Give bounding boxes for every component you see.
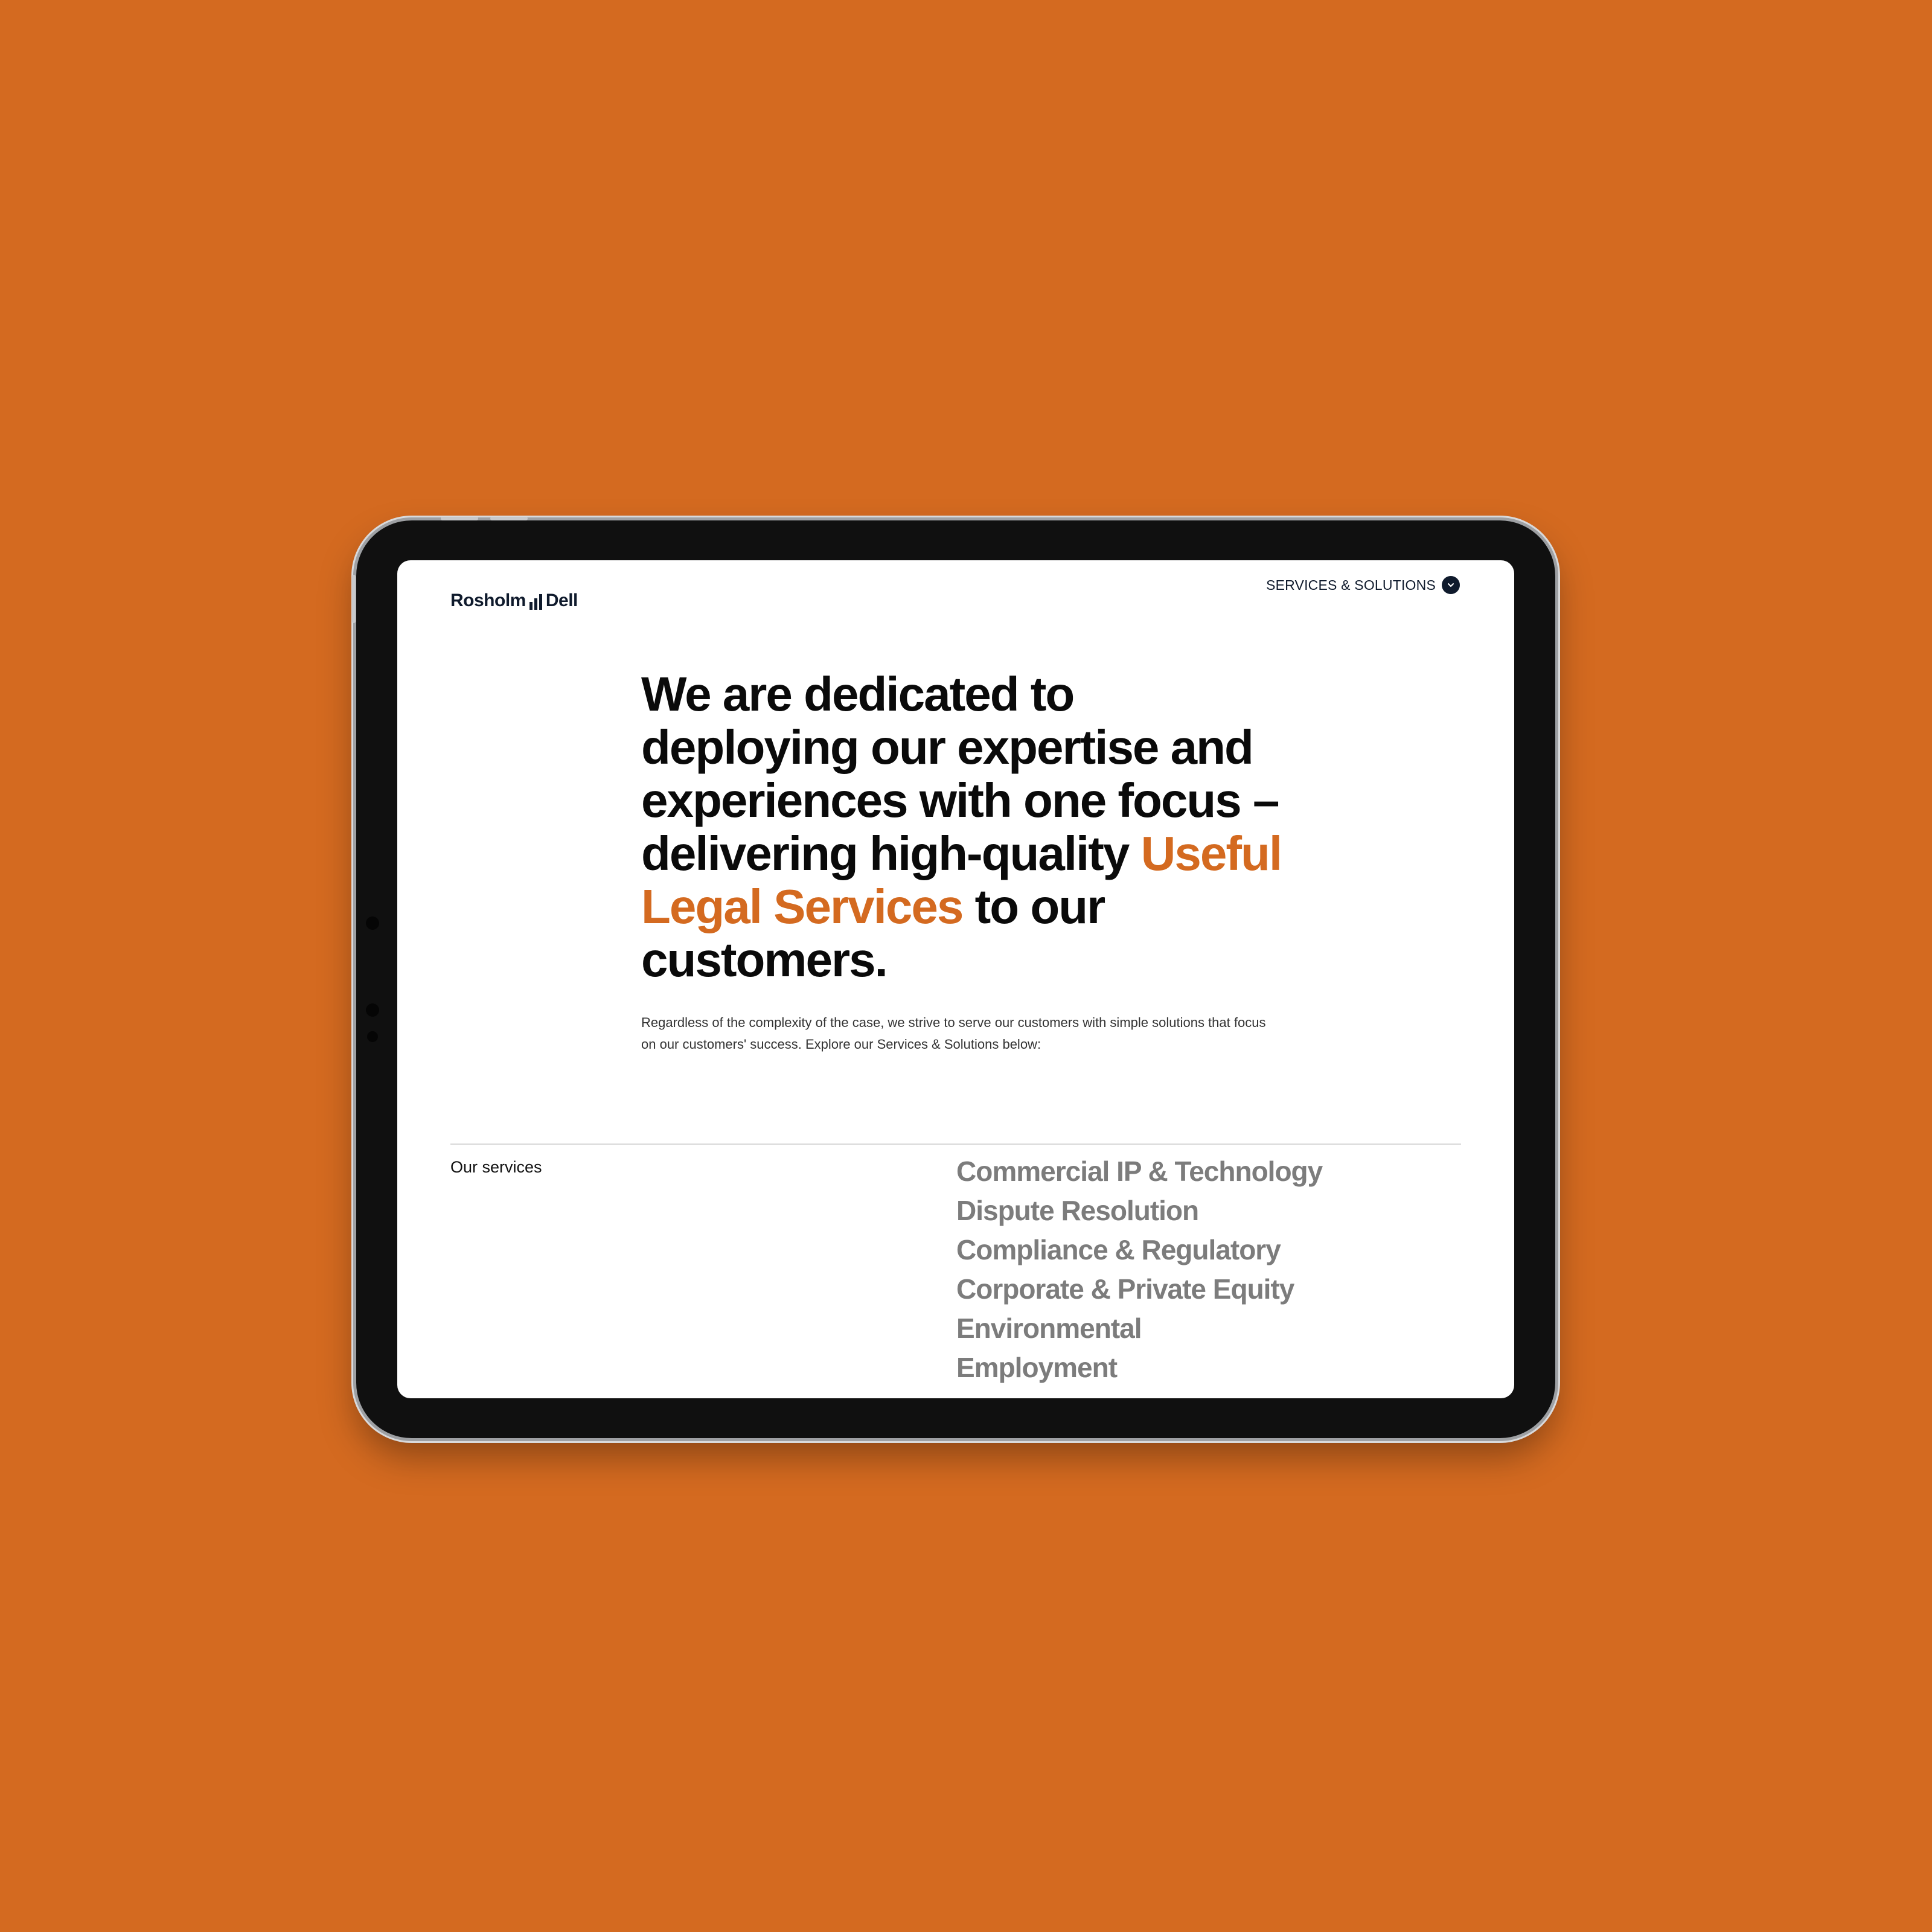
camera-lens (367, 1031, 378, 1042)
hero-heading: We are dedicated to deploying our expert… (641, 668, 1293, 987)
service-item[interactable]: Corporate & Private Equity (956, 1270, 1322, 1309)
bar-chart-icon (529, 593, 542, 610)
section-divider (450, 1144, 1461, 1145)
service-item[interactable]: Commercial IP & Technology (956, 1152, 1323, 1191)
service-item[interactable]: Environmental (956, 1309, 1322, 1348)
logo-text-right: Dell (545, 590, 578, 610)
chevron-down-icon[interactable] (1442, 576, 1460, 594)
logo[interactable]: Rosholm Dell (450, 592, 578, 610)
tablet-side-button (352, 575, 356, 623)
tablet-top-button (441, 517, 478, 520)
screen: Rosholm Dell SERVICES & SOLUTIONS We are… (397, 560, 1514, 1398)
tablet-top-button (490, 517, 528, 520)
intro-paragraph: Regardless of the complexity of the case… (641, 1015, 1266, 1052)
service-item[interactable]: Dispute Resolution (956, 1191, 1322, 1230)
camera-lens (366, 1003, 379, 1017)
tablet-device: Rosholm Dell SERVICES & SOLUTIONS We are… (352, 517, 1555, 1438)
logo-text-left: Rosholm (450, 590, 526, 610)
camera-lens (366, 916, 379, 930)
nav-label: SERVICES & SOLUTIONS (1266, 577, 1436, 593)
services-label: Our services (450, 1158, 542, 1176)
service-item[interactable]: Compliance & Regulatory (956, 1230, 1322, 1270)
service-item[interactable]: Employment (956, 1348, 1322, 1387)
services-solutions-menu[interactable]: SERVICES & SOLUTIONS (1266, 576, 1460, 594)
services-list: Commercial IP & Technology Dispute Resol… (956, 1152, 1323, 1387)
